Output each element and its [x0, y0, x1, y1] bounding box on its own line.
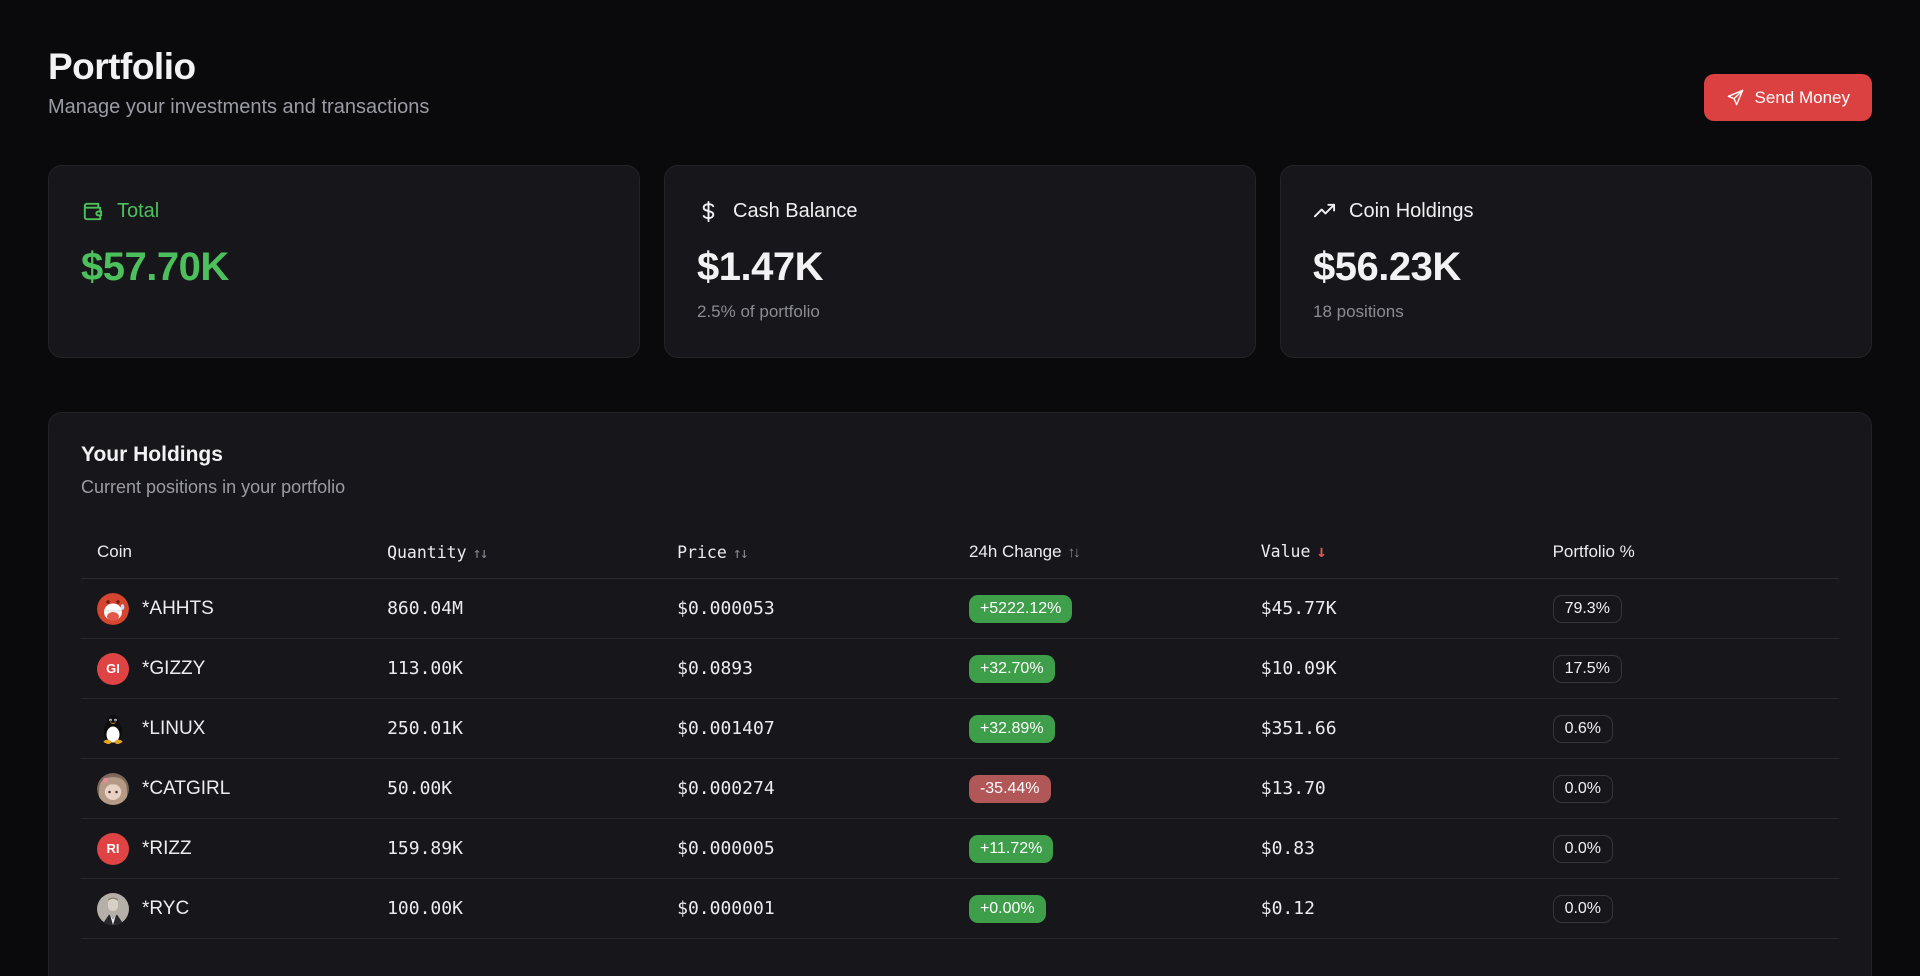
table-row[interactable]: RI *RIZZ 159.89K $0.000005 +11.72% $0.83…: [81, 819, 1839, 879]
coin-avatar-tux-penguin: [97, 713, 129, 745]
coin-holdings-sub: 18 positions: [1313, 302, 1839, 322]
paper-plane-icon: [1726, 88, 1745, 107]
quantity-cell: 159.89K: [371, 819, 661, 879]
change-badge: +5222.12%: [969, 595, 1072, 623]
change-badge: +0.00%: [969, 895, 1046, 923]
value-cell: $0.83: [1245, 819, 1537, 879]
table-row[interactable]: *LINUX 250.01K $0.001407 +32.89% $351.66…: [81, 699, 1839, 759]
coin-avatar-initials: GI: [97, 653, 129, 685]
send-money-button[interactable]: Send Money: [1704, 74, 1872, 121]
cash-balance-label: Cash Balance: [733, 200, 858, 223]
portfolio-pct-badge: 79.3%: [1553, 595, 1622, 623]
column-header-price[interactable]: Price↑↓: [661, 534, 953, 579]
quantity-cell: 50.00K: [371, 759, 661, 819]
price-cell: $0.000053: [661, 579, 953, 639]
value-cell: $45.77K: [1245, 579, 1537, 639]
coin-holdings-value: $56.23K: [1313, 245, 1839, 290]
coin-avatar-screaming-face: [97, 593, 129, 625]
send-money-label: Send Money: [1755, 88, 1850, 108]
table-row[interactable]: *AHHTS 860.04M $0.000053 +5222.12% $45.7…: [81, 579, 1839, 639]
quantity-cell: 860.04M: [371, 579, 661, 639]
page-subtitle: Manage your investments and transactions: [48, 96, 1872, 119]
wallet-icon: [81, 200, 104, 223]
portfolio-pct-badge: 17.5%: [1553, 655, 1622, 683]
value-cell: $13.70: [1245, 759, 1537, 819]
column-header-coin: Coin: [81, 534, 371, 579]
column-header-quantity[interactable]: Quantity↑↓: [371, 534, 661, 579]
holdings-panel: Your Holdings Current positions in your …: [48, 412, 1872, 976]
price-cell: $0.001407: [661, 699, 953, 759]
change-badge: +11.72%: [969, 835, 1053, 863]
coin-name: *CATGIRL: [142, 778, 230, 800]
column-header-value[interactable]: Value↓: [1245, 534, 1537, 579]
total-card: Total $57.70K: [48, 165, 640, 358]
sort-desc-icon: ↓: [1316, 542, 1326, 562]
holdings-title: Your Holdings: [81, 443, 1839, 467]
holdings-subtitle: Current positions in your portfolio: [81, 477, 1839, 498]
sort-both-icon: ↑↓: [473, 544, 487, 562]
portfolio-pct-badge: 0.6%: [1553, 715, 1613, 743]
trending-up-icon: [1313, 200, 1336, 223]
page-header: Portfolio Manage your investments and tr…: [48, 0, 1872, 119]
dollar-icon: [697, 200, 720, 223]
table-header-row: Coin Quantity↑↓ Price↑↓ 24h Change↑↓ Val…: [81, 534, 1839, 579]
coin-name: *RIZZ: [142, 838, 192, 860]
price-cell: $0.000274: [661, 759, 953, 819]
sort-both-icon: ↑↓: [1068, 544, 1079, 561]
coin-avatar-anime-girl: [97, 773, 129, 805]
cash-balance-value: $1.47K: [697, 245, 1223, 290]
holdings-table: Coin Quantity↑↓ Price↑↓ 24h Change↑↓ Val…: [81, 534, 1839, 939]
coin-name: *AHHTS: [142, 598, 214, 620]
coin-name: *LINUX: [142, 718, 205, 740]
table-row[interactable]: GI *GIZZY 113.00K $0.0893 +32.70% $10.09…: [81, 639, 1839, 699]
price-cell: $0.000005: [661, 819, 953, 879]
coin-holdings-card: Coin Holdings $56.23K 18 positions: [1280, 165, 1872, 358]
price-cell: $0.0893: [661, 639, 953, 699]
sort-both-icon: ↑↓: [733, 544, 747, 562]
value-cell: $0.12: [1245, 879, 1537, 939]
page-title: Portfolio: [48, 46, 1872, 88]
portfolio-pct-badge: 0.0%: [1553, 775, 1613, 803]
quantity-cell: 100.00K: [371, 879, 661, 939]
cash-balance-sub: 2.5% of portfolio: [697, 302, 1223, 322]
value-cell: $351.66: [1245, 699, 1537, 759]
total-card-label: Total: [117, 200, 159, 223]
price-cell: $0.000001: [661, 879, 953, 939]
coin-avatar-initials: RI: [97, 833, 129, 865]
column-header-portfolio-pct: Portfolio %: [1537, 534, 1839, 579]
change-badge: +32.89%: [969, 715, 1055, 743]
total-card-value: $57.70K: [81, 245, 607, 290]
coin-holdings-label: Coin Holdings: [1349, 200, 1474, 223]
change-badge: -35.44%: [969, 775, 1051, 803]
coin-name: *RYC: [142, 898, 189, 920]
coin-avatar-man-photo: [97, 893, 129, 925]
portfolio-page: Portfolio Manage your investments and tr…: [0, 0, 1920, 976]
portfolio-pct-badge: 0.0%: [1553, 895, 1613, 923]
change-badge: +32.70%: [969, 655, 1055, 683]
quantity-cell: 113.00K: [371, 639, 661, 699]
table-row[interactable]: *CATGIRL 50.00K $0.000274 -35.44% $13.70…: [81, 759, 1839, 819]
portfolio-pct-badge: 0.0%: [1553, 835, 1613, 863]
table-row[interactable]: *RYC 100.00K $0.000001 +0.00% $0.12 0.0%: [81, 879, 1839, 939]
coin-name: *GIZZY: [142, 658, 205, 680]
cash-balance-card: Cash Balance $1.47K 2.5% of portfolio: [664, 165, 1256, 358]
value-cell: $10.09K: [1245, 639, 1537, 699]
quantity-cell: 250.01K: [371, 699, 661, 759]
summary-cards: Total $57.70K Cash Balance $1.47K 2.5% o…: [48, 165, 1872, 358]
column-header-24h-change[interactable]: 24h Change↑↓: [953, 534, 1245, 579]
